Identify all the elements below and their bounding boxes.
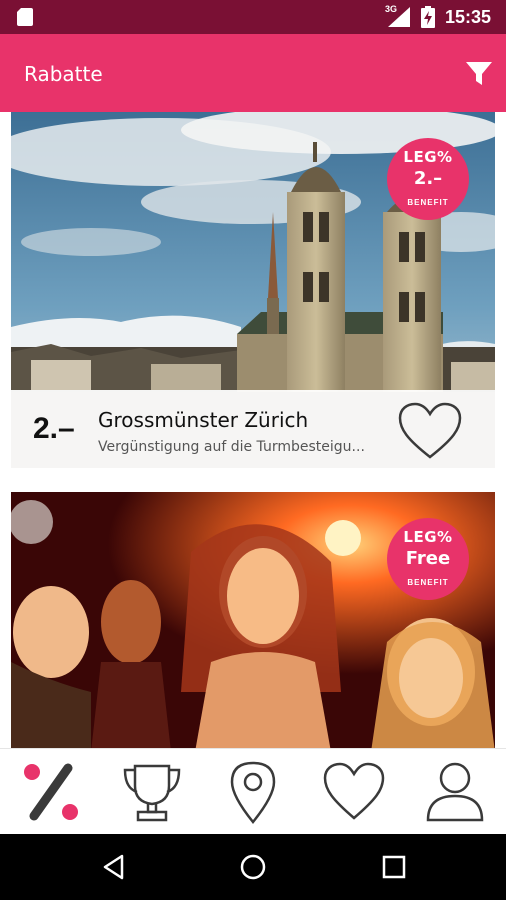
badge-subtitle: BENEFIT <box>407 578 449 587</box>
badge-value: Free <box>405 548 451 569</box>
back-icon[interactable] <box>100 853 128 881</box>
badge-brand: LEG% <box>403 528 453 546</box>
favorite-heart-icon[interactable] <box>397 401 463 461</box>
nav-discounts[interactable] <box>0 749 101 835</box>
badge-brand: LEG% <box>403 148 453 166</box>
page-title: Rabatte <box>24 62 103 86</box>
recents-icon[interactable] <box>380 853 408 881</box>
nav-rewards[interactable] <box>101 749 202 835</box>
deal-name: Grossmünster Zürich <box>98 408 309 432</box>
nav-favorites[interactable] <box>303 749 404 835</box>
deal-price: 2.– <box>33 412 75 445</box>
heart-icon <box>323 762 385 820</box>
deal-card-grossmuenster[interactable]: LEG% 2.– BENEFIT 2.– Grossmünster Zürich… <box>11 112 495 468</box>
sd-card-icon <box>17 8 33 26</box>
badge-value: 2.– <box>413 168 443 189</box>
system-nav-bar <box>0 834 506 900</box>
battery-charging-icon <box>421 6 435 28</box>
location-pin-icon <box>230 761 276 824</box>
profile-icon <box>426 762 484 822</box>
bottom-nav <box>0 748 506 834</box>
badge-subtitle: BENEFIT <box>407 198 449 207</box>
app-bar: Rabatte <box>0 34 506 112</box>
signal-icon <box>388 7 410 27</box>
status-bar: 3G 15:35 <box>0 0 506 34</box>
deal-card-party[interactable]: LEG% Free BENEFIT <box>11 492 495 748</box>
nav-profile[interactable] <box>404 749 505 835</box>
benefit-badge: LEG% Free BENEFIT <box>387 518 469 600</box>
deal-info-bar: 2.– Grossmünster Zürich Vergünstigung au… <box>11 390 495 468</box>
home-icon[interactable] <box>239 853 267 881</box>
discount-icon <box>24 763 78 821</box>
deal-description: Vergünstigung auf die Turmbesteigu... <box>98 439 365 455</box>
filter-icon[interactable] <box>466 61 492 87</box>
deal-list[interactable]: LEG% 2.– BENEFIT 2.– Grossmünster Zürich… <box>0 112 506 748</box>
status-time: 15:35 <box>445 7 492 27</box>
benefit-badge: LEG% 2.– BENEFIT <box>387 138 469 220</box>
trophy-icon <box>123 764 181 822</box>
nav-map[interactable] <box>202 749 303 835</box>
